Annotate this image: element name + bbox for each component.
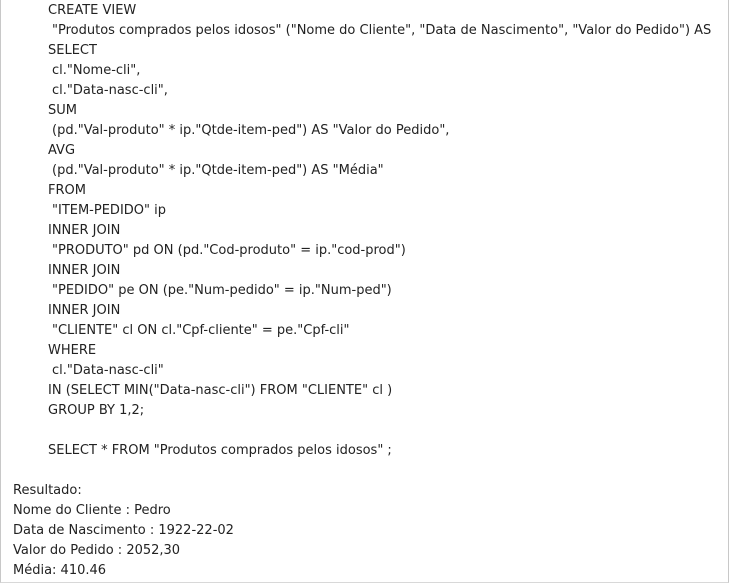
result-valor-pedido: Valor do Pedido : 2052,30 (13, 543, 181, 558)
sql-avg-expression: (pd."Val-produto" * ip."Qtde-item-ped") … (52, 163, 384, 178)
sql-join-keyword-1: INNER JOIN (48, 223, 121, 238)
sql-in-subquery: IN (SELECT MIN("Data-nasc-cli") FROM "CL… (48, 383, 393, 398)
sql-from-table: "ITEM-PEDIDO" ip (52, 203, 166, 218)
sql-group-by: GROUP BY 1,2; (48, 403, 145, 418)
sql-avg-keyword: AVG (48, 143, 76, 158)
sql-column-data: cl."Data-nasc-cli", (52, 83, 168, 98)
sql-create-view: CREATE VIEW (48, 3, 137, 18)
sql-join-expression-2: "PEDIDO" pe ON (pe."Num-pedido" = ip."Nu… (52, 283, 392, 298)
sql-view-definition: "Produtos comprados pelos idosos" ("Nome… (52, 23, 712, 38)
post-content-frame: CREATE VIEW "Produtos comprados pelos id… (0, 0, 729, 583)
sql-join-expression-1: "PRODUTO" pd ON (pd."Cod-produto" = ip."… (52, 243, 406, 258)
sql-where-keyword: WHERE (48, 343, 97, 358)
sql-select-keyword: SELECT (48, 43, 97, 58)
sql-sum-expression: (pd."Val-produto" * ip."Qtde-item-ped") … (52, 123, 450, 138)
sql-join-keyword-2: INNER JOIN (48, 263, 121, 278)
result-media: Média: 410.46 (13, 563, 107, 578)
sql-where-column: cl."Data-nasc-cli" (52, 363, 164, 378)
sql-from-keyword: FROM (48, 183, 86, 198)
sql-join-keyword-3: INNER JOIN (48, 303, 121, 318)
sql-select-view: SELECT * FROM "Produtos comprados pelos … (48, 443, 392, 458)
result-data-nascimento: Data de Nascimento : 1922-22-02 (13, 523, 234, 538)
code-and-result-text: CREATE VIEW "Produtos comprados pelos id… (1, 1, 730, 581)
sql-join-expression-3: "CLIENTE" cl ON cl."Cpf-cliente" = pe."C… (52, 323, 350, 338)
result-nome: Nome do Cliente : Pedro (13, 503, 171, 518)
sql-column-nome: cl."Nome-cli", (52, 63, 141, 78)
result-heading: Resultado: (13, 483, 82, 498)
sql-sum-keyword: SUM (48, 103, 77, 118)
